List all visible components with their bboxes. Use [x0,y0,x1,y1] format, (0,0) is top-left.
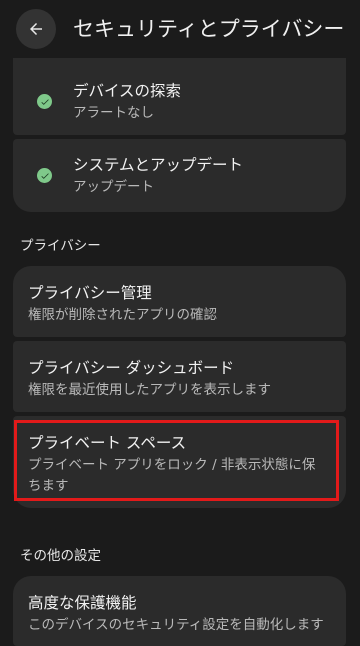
item-subtitle: プライベート アプリをロック / 非表示状態に保ちます [28,457,316,494]
item-subtitle: アップデート [73,179,154,195]
item-subtitle: 権限を最近使用したアプリを表示します [28,382,271,398]
item-subtitle: このデバイスのセキュリティ設定を自動化します [28,617,324,633]
arrow-left-icon [30,23,42,35]
page-title: セキュリティとプライバシー [73,17,345,41]
list-item-find-device[interactable]: デバイスの探索 アラートなし [13,58,346,135]
back-button[interactable] [16,9,56,49]
list-item-privacy-controls[interactable]: プライバシー管理 権限が削除されたアプリの確認 [13,266,346,337]
list-item-privacy-dashboard[interactable]: プライバシー ダッシュボード 権限を最近使用したアプリを表示します [13,341,346,412]
item-title: プライバシー管理 [28,284,152,302]
section-header-privacy: プライバシー [20,238,101,254]
section-header-other-settings: その他の設定 [20,548,101,564]
top-app-bar: セキュリティとプライバシー [0,0,360,58]
list-item-private-space[interactable]: プライベート スペース プライベート アプリをロック / 非表示状態に保ちます [13,416,346,508]
check-circle-icon [37,94,52,109]
item-title: プライベート スペース [28,434,187,452]
item-title: デバイスの探索 [73,82,182,100]
item-subtitle: 権限が削除されたアプリの確認 [28,307,217,323]
item-title: システムとアップデート [73,156,244,174]
item-title: プライバシー ダッシュボード [28,359,235,377]
item-subtitle: アラートなし [73,105,154,121]
check-circle-icon [37,168,52,183]
list-item-advanced-protection[interactable]: 高度な保護機能 このデバイスのセキュリティ設定を自動化します [13,576,346,646]
item-title: 高度な保護機能 [28,594,137,612]
list-item-system-updates[interactable]: システムとアップデート アップデート [13,139,346,212]
